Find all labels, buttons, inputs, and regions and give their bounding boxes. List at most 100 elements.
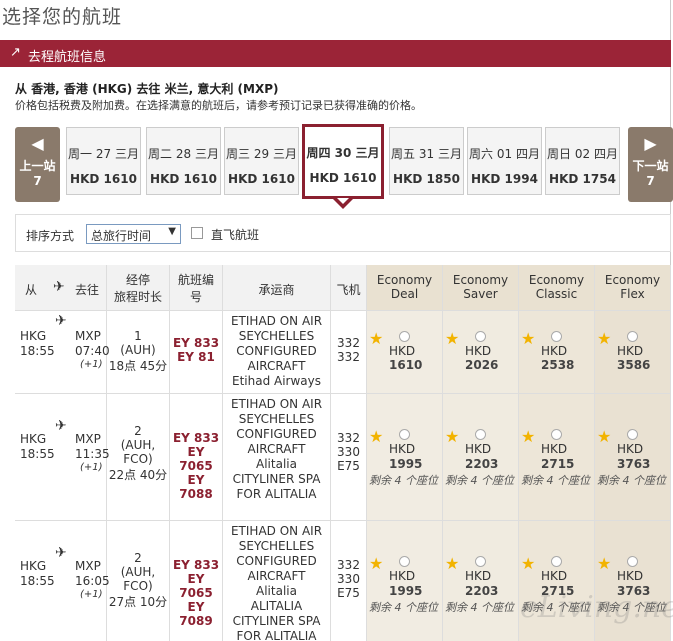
date-label: 周一 27 三月 — [68, 147, 139, 161]
date-tab-6[interactable]: 周日 02 四月 HKD 1754 — [545, 127, 620, 195]
header-fare-saver: Economy Saver — [443, 265, 519, 311]
fare-option-flex[interactable]: ★ HKD 3763 剩余 4 个座位 — [595, 394, 671, 520]
fare-currency: HKD — [465, 344, 492, 358]
carrier-line: SEYCHELLES — [238, 539, 315, 553]
fare-radio[interactable] — [399, 429, 410, 440]
date-label: 周五 31 三月 — [391, 147, 462, 161]
fare-amount: 2715 — [541, 457, 575, 471]
date-price: HKD 1850 — [393, 172, 460, 186]
flight-row[interactable]: HKG 18:55 ✈ MXP 11:35 (+1) 2 (AUH, FCO) … — [15, 394, 671, 521]
fare-radio[interactable] — [551, 429, 562, 440]
header-fare-l2: Classic — [535, 287, 578, 301]
route-summary: 从 香港, 香港 (HKG) 去往 米兰, 意大利 (MXP) — [15, 82, 279, 96]
carrier-line: ETIHAD ON AIR — [230, 314, 323, 328]
aircraft-type: E75 — [337, 586, 360, 600]
fare-radio[interactable] — [475, 556, 486, 567]
date-price: HKD 1754 — [549, 172, 616, 186]
fare-currency: HKD — [541, 442, 568, 456]
route-cell: HKG 18:55 ✈ MXP 07:40 (+1) — [15, 311, 110, 393]
fare-option-saver[interactable]: ★ HKD 2026 — [443, 311, 519, 393]
fare-option-saver[interactable]: ★ HKD 2203 剩余 4 个座位 — [443, 394, 519, 520]
header-fare-classic: Economy Classic — [519, 265, 595, 311]
next-day-marker: (+1) — [80, 589, 103, 600]
star-icon: ★ — [369, 427, 384, 446]
date-tab-5[interactable]: 周六 01 四月 HKD 1994 — [467, 127, 542, 195]
fare-option-classic[interactable]: ★ HKD 2715 剩余 4 个座位 — [519, 394, 595, 520]
date-tab-3-selected[interactable]: 周四 30 三月 HKD 1610 — [302, 124, 384, 199]
departure-time: 18:55 — [20, 447, 55, 461]
flight-row[interactable]: HKG 18:55 ✈ MXP 07:40 (+1) 1 (AUH) 18点 4… — [15, 311, 671, 394]
carrier-line: CONFIGURED — [236, 554, 317, 568]
fare-option-classic[interactable]: ★ HKD 2538 — [519, 311, 595, 393]
prev-week-count: 7 — [33, 174, 42, 188]
flight-number[interactable]: EY 81 — [170, 350, 222, 364]
destination-code: MXP — [75, 559, 101, 573]
carrier-line: SEYCHELLES — [238, 412, 315, 426]
selected-pointer-inner — [337, 198, 349, 204]
flight-number[interactable]: EY 7065 — [170, 445, 222, 473]
nonstop-checkbox[interactable] — [191, 227, 203, 239]
seats-left: 剩余 4 个座位 — [445, 601, 514, 614]
fare-radio[interactable] — [627, 556, 638, 567]
duration-cell: 1 (AUH) 18点 45分 — [107, 311, 170, 393]
carrier-line: AIRCRAFT — [247, 359, 306, 373]
date-label: 周六 01 四月 — [469, 147, 540, 161]
fare-currency: HKD — [389, 344, 416, 358]
date-tab-0[interactable]: 周一 27 三月 HKD 1610 — [66, 127, 141, 195]
fare-radio[interactable] — [627, 429, 638, 440]
stops-via: FCO) — [123, 579, 153, 593]
fare-option-deal[interactable]: ★ HKD 1995 剩余 4 个座位 — [367, 394, 443, 520]
header-duration: 经停 旅程时长 — [107, 265, 170, 311]
carrier-line: ETIHAD ON AIR — [230, 524, 323, 538]
header-fare-l1: Economy — [604, 273, 661, 287]
carrier-line: ETIHAD ON AIR — [230, 397, 323, 411]
carrier-line: AIRCRAFT — [247, 442, 306, 456]
travel-duration: 22点 40分 — [108, 468, 168, 482]
departure-time: 18:55 — [20, 344, 55, 358]
flight-number[interactable]: EY 7089 — [170, 600, 222, 628]
aircraft-type: 332 — [337, 558, 360, 572]
fare-option-deal[interactable]: ★ HKD 1610 — [367, 311, 443, 393]
fare-radio[interactable] — [551, 556, 562, 567]
date-label: 周三 29 三月 — [226, 147, 297, 161]
fare-radio[interactable] — [399, 331, 410, 342]
travel-duration: 18点 45分 — [108, 359, 168, 373]
next-week-button[interactable]: ▶ 下一站 7 — [628, 127, 673, 202]
flight-number[interactable]: EY 833 — [170, 558, 222, 572]
carrier-line: ALITALIA — [250, 599, 303, 613]
stops-via: (AUH, — [120, 565, 156, 579]
flight-number[interactable]: EY 833 — [170, 431, 222, 445]
date-tab-2[interactable]: 周三 29 三月 HKD 1610 — [224, 127, 299, 195]
header-flight-number-l2: 号 — [189, 290, 202, 304]
header-fare-l1: Economy — [452, 273, 509, 287]
fare-radio[interactable] — [627, 331, 638, 342]
prev-week-button[interactable]: ◀ 上一站 7 — [15, 127, 60, 202]
fare-option-deal[interactable]: ★ HKD 1995 剩余 4 个座位 — [367, 521, 443, 641]
sort-select-value: 总旅行时间 — [91, 229, 152, 243]
fare-option-flex[interactable]: ★ HKD 3586 — [595, 311, 671, 393]
fare-radio[interactable] — [475, 331, 486, 342]
fare-radio[interactable] — [399, 556, 410, 567]
fare-radio[interactable] — [475, 429, 486, 440]
flight-number-cell: EY 833 EY 7065 EY 7089 — [170, 521, 223, 641]
date-price: HKD 1994 — [471, 172, 538, 186]
header-duration-l2: 旅程时长 — [113, 290, 162, 304]
travel-duration: 27点 10分 — [108, 595, 168, 609]
next-day-marker: (+1) — [80, 359, 103, 370]
carrier-cell: ETIHAD ON AIR SEYCHELLES CONFIGURED AIRC… — [223, 311, 331, 393]
header-aircraft-label: 飞机 — [336, 283, 361, 297]
section-title: 去程航班信息 — [28, 50, 107, 65]
flight-number[interactable]: EY 7065 — [170, 572, 222, 600]
carrier-line: CONFIGURED — [236, 344, 317, 358]
star-icon: ★ — [521, 329, 536, 348]
fare-option-saver[interactable]: ★ HKD 2203 剩余 4 个座位 — [443, 521, 519, 641]
sort-select[interactable]: 总旅行时间 ▼ — [86, 224, 181, 244]
date-tab-1[interactable]: 周二 28 三月 HKD 1610 — [146, 127, 221, 195]
flight-number[interactable]: EY 7088 — [170, 473, 222, 501]
flight-number-cell: EY 833 EY 7065 EY 7088 — [170, 394, 223, 520]
flight-number[interactable]: EY 833 — [170, 336, 222, 350]
fare-radio[interactable] — [551, 331, 562, 342]
watermark: eLiving.net — [520, 590, 673, 625]
date-tab-4[interactable]: 周五 31 三月 HKD 1850 — [389, 127, 464, 195]
header-fare-l1: Economy — [376, 273, 433, 287]
